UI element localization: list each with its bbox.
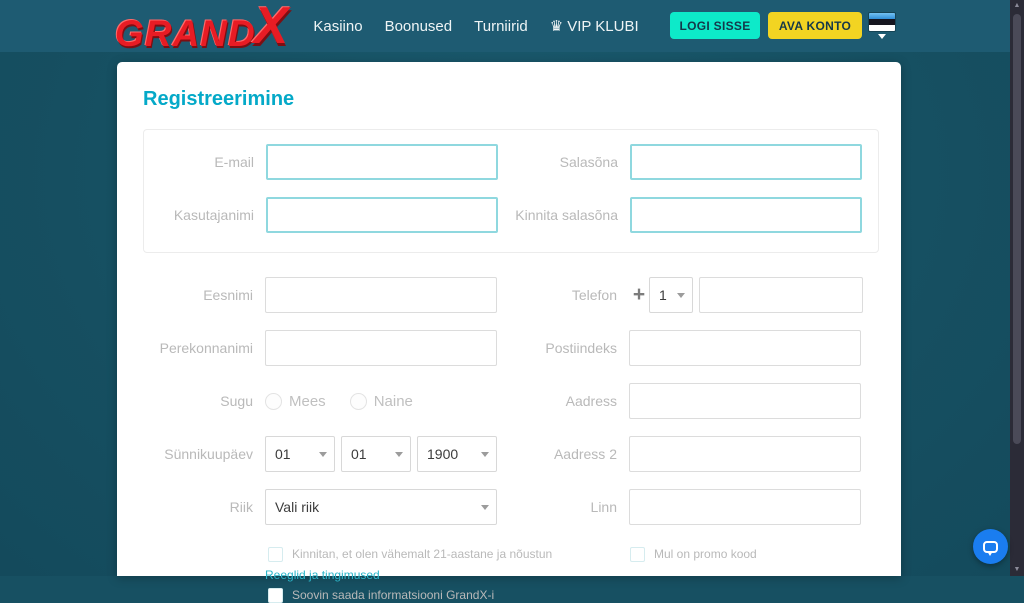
birth-year-value: 1900 (427, 446, 458, 462)
birth-year-select[interactable]: 1900 (417, 436, 497, 472)
postcode-label: Postiindeks (497, 340, 629, 356)
birth-day-value: 01 (275, 446, 291, 462)
registration-card: Registreerimine E-mail Salasõna Kasutaja… (117, 62, 901, 576)
postcode-field[interactable] (629, 330, 861, 366)
address2-label: Aadress 2 (497, 446, 629, 462)
consents-section: Kinnitan, et olen vähemalt 21-aastane ja… (143, 547, 879, 603)
lastname-field[interactable] (265, 330, 497, 366)
nav-item-boonused[interactable]: Boonused (374, 18, 464, 35)
city-label: Linn (497, 499, 629, 515)
firstname-label: Eesnimi (143, 287, 265, 303)
address-field[interactable] (629, 383, 861, 419)
lastname-label: Perekonnanimi (143, 340, 265, 356)
email-label: E-mail (144, 154, 266, 170)
username-field[interactable] (266, 197, 498, 233)
gender-radio-group: Mees Naine (265, 393, 497, 410)
chevron-down-icon (481, 452, 489, 457)
grandx-logo[interactable]: GRANDX (115, 0, 288, 52)
country-label: Riik (143, 499, 265, 515)
birth-month-select[interactable]: 01 (341, 436, 411, 472)
password-field[interactable] (630, 144, 862, 180)
header-buttons: LOGI SISSE AVA KONTO (670, 12, 862, 39)
email-field[interactable] (266, 144, 498, 180)
login-button[interactable]: LOGI SISSE (670, 12, 760, 39)
newsletter-checkbox[interactable] (268, 588, 283, 603)
address2-field[interactable] (629, 436, 861, 472)
city-field[interactable] (629, 489, 861, 525)
username-label: Kasutajanimi (144, 207, 266, 223)
logo-text-x: X (254, 0, 289, 52)
birth-day-select[interactable]: 01 (265, 436, 335, 472)
address-label: Aadress (497, 393, 629, 409)
gender-label: Sugu (143, 393, 265, 409)
estonian-flag-icon (869, 13, 895, 31)
age-confirm-checkbox[interactable] (268, 547, 283, 562)
scrollbar-thumb[interactable] (1013, 14, 1021, 444)
main-nav: Kasiino Boonused Turniirid ♛VIP KLUBI (302, 17, 649, 35)
phone-code-value: 1 (659, 287, 667, 303)
scrollbar[interactable]: ▲ ▼ (1010, 0, 1024, 576)
phone-number-field[interactable] (699, 277, 863, 313)
confirm-password-field[interactable] (630, 197, 862, 233)
phone-plus-sign: + (629, 283, 649, 307)
birthdate-label: Sünnikuupäev (143, 446, 265, 462)
age-confirm-label: Kinnitan, et olen vähemalt 21-aastane ja… (292, 547, 552, 562)
promo-code-label: Mul on promo kood (654, 547, 757, 562)
terms-and-conditions-link[interactable]: Reeglid ja tingimused (265, 568, 380, 582)
birth-month-value: 01 (351, 446, 367, 462)
nav-item-vip-label: VIP KLUBI (567, 18, 638, 35)
country-select[interactable]: Vali riik (265, 489, 497, 525)
scroll-down-arrow[interactable]: ▼ (1010, 565, 1024, 575)
nav-item-kasiino[interactable]: Kasiino (302, 18, 373, 35)
gender-male-label: Mees (289, 393, 326, 410)
page-title: Registreerimine (143, 88, 879, 111)
chevron-down-icon (319, 452, 327, 457)
gender-female-radio[interactable] (350, 393, 367, 410)
chevron-down-icon (677, 293, 685, 298)
logo-text-grand: GRAND (115, 15, 256, 52)
nav-item-turniirid[interactable]: Turniirid (463, 18, 539, 35)
chevron-down-icon (481, 505, 489, 510)
chevron-down-icon (395, 452, 403, 457)
account-credentials-section: E-mail Salasõna Kasutajanimi Kinnita sal… (143, 129, 879, 253)
newsletter-label: Soovin saada informatsiooni GrandX-i (292, 588, 494, 603)
password-label: Salasõna (498, 154, 630, 170)
chevron-down-icon (878, 34, 886, 39)
phone-code-select[interactable]: 1 (649, 277, 693, 313)
live-chat-button[interactable] (973, 529, 1008, 564)
promo-code-checkbox[interactable] (630, 547, 645, 562)
gender-male-radio[interactable] (265, 393, 282, 410)
crown-icon: ♛ (550, 18, 563, 35)
gender-female-label: Naine (374, 393, 413, 410)
top-navbar: GRANDX Kasiino Boonused Turniirid ♛VIP K… (0, 0, 1010, 52)
scroll-up-arrow[interactable]: ▲ (1010, 1, 1024, 11)
country-value: Vali riik (275, 499, 319, 515)
phone-label: Telefon (497, 287, 629, 303)
nav-item-vip-klubi[interactable]: ♛VIP KLUBI (539, 17, 650, 35)
open-account-button[interactable]: AVA KONTO (768, 12, 862, 39)
language-selector[interactable] (869, 13, 895, 39)
chat-bubble-icon (983, 541, 998, 553)
confirm-password-label: Kinnita salasõna (498, 207, 630, 223)
firstname-field[interactable] (265, 277, 497, 313)
